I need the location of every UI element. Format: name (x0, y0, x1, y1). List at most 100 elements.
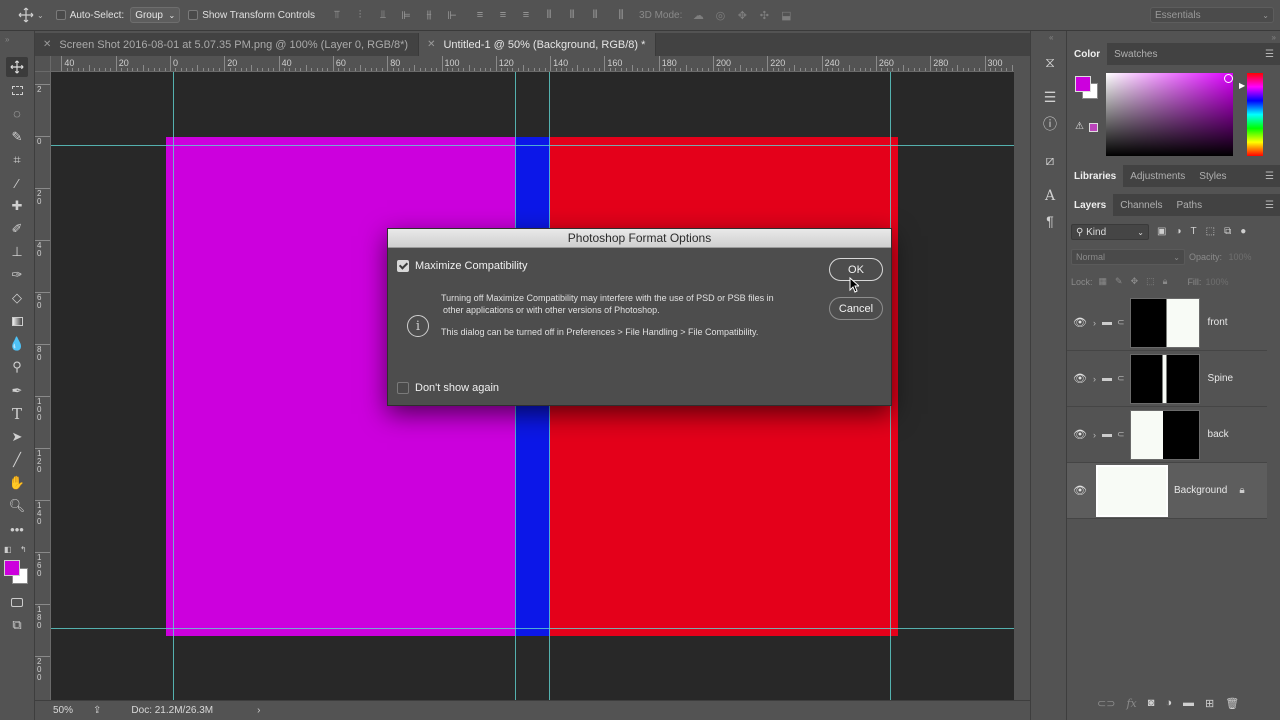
filter-type-icon[interactable]: T (1191, 226, 1197, 237)
document-tab-active[interactable]: ✕ Untitled-1 @ 50% (Background, RGB/8) * (419, 33, 657, 56)
tab-layers[interactable]: Layers (1067, 194, 1114, 216)
eye-icon[interactable]: 👁︎ (1073, 484, 1087, 497)
lock-position-icon[interactable]: ✥ (1131, 276, 1139, 287)
tab-channels[interactable]: Channels (1113, 194, 1169, 216)
lock-all-icon[interactable]: 🔒︎ (1163, 276, 1168, 287)
layer-mask-thumbnail[interactable] (1129, 409, 1200, 460)
default-colors-icon[interactable]: ◧ (4, 545, 12, 554)
hand-tool-icon[interactable]: ✋ (6, 473, 28, 493)
zoom-tool-icon[interactable]: 🔍︎ (6, 496, 28, 516)
eye-icon[interactable]: 👁︎ (1073, 316, 1087, 329)
layer-name[interactable]: Background (1174, 485, 1227, 496)
type-tool-icon[interactable]: T (6, 404, 28, 424)
roll-3d-icon[interactable]: ◎ (712, 8, 728, 22)
align-bottom-icon[interactable]: ⫫ (375, 8, 391, 22)
hue-slider-handle[interactable]: ▶ (1239, 81, 1245, 90)
zoom-level[interactable]: 50% (53, 705, 73, 716)
maximize-compatibility-checkbox[interactable]: Maximize Compatibility (397, 260, 527, 272)
filter-pixel-icon[interactable]: ▣ (1157, 226, 1166, 237)
layer-mask-thumbnail[interactable] (1129, 353, 1200, 404)
lock-pixels-icon[interactable]: ✎ (1115, 276, 1123, 287)
guide-vertical[interactable] (173, 72, 174, 700)
layer-name[interactable]: back (1208, 429, 1229, 440)
guide-horizontal[interactable] (51, 628, 1014, 629)
path-selection-tool-icon[interactable]: ➤ (6, 427, 28, 447)
dont-show-again-checkbox[interactable]: Don't show again (397, 382, 499, 394)
link-layers-icon[interactable]: ⊂⊃ (1097, 697, 1115, 710)
guide-horizontal[interactable] (51, 145, 1014, 146)
color-field[interactable] (1106, 73, 1233, 156)
align-hcenter-icon[interactable]: ⫵ (421, 8, 437, 22)
filter-toggle-icon[interactable]: ● (1240, 226, 1246, 237)
panel-menu-icon[interactable]: ☰ (1265, 200, 1274, 211)
quick-mask-icon[interactable] (6, 592, 28, 612)
history-icon[interactable]: ⧖ (1040, 52, 1060, 72)
tab-paths[interactable]: Paths (1170, 194, 1210, 216)
auto-align-button[interactable]: ⫼ (613, 8, 629, 22)
properties-icon[interactable]: ☰ (1040, 87, 1060, 107)
layer-row[interactable]: 👁︎ › ▬ ⊂ front (1067, 295, 1267, 351)
distribute-top-icon[interactable]: ≡ (472, 8, 488, 22)
ruler-top[interactable]: 40 20 0 20 40 60 80 100 120 140 160 180 200 220 240 260… (51, 56, 1014, 72)
dodge-tool-icon[interactable]: ⚲ (6, 357, 28, 377)
layer-name[interactable]: front (1208, 317, 1228, 328)
eraser-tool-icon[interactable]: ◇ (6, 288, 28, 308)
panel-menu-icon[interactable]: ☰ (1265, 49, 1274, 60)
slide-3d-icon[interactable]: ✣ (756, 8, 772, 22)
move-tool-icon[interactable] (6, 57, 28, 77)
align-left-icon[interactable]: ⊫ (398, 8, 414, 22)
layer-filter-dropdown[interactable]: ⚲ Kind ⌄ (1071, 224, 1149, 240)
layer-row-selected[interactable]: 👁︎ Background 🔒︎ (1067, 463, 1267, 519)
distribute-right-icon[interactable]: ⦀ (587, 8, 603, 22)
export-icon[interactable]: ⇪ (93, 705, 101, 716)
info-icon[interactable]: ⓘ (1040, 114, 1060, 134)
distribute-bottom-icon[interactable]: ≡ (518, 8, 534, 22)
workspace-switcher[interactable]: Essentials ⌄ (1150, 7, 1274, 23)
quick-selection-tool-icon[interactable]: ✎ (6, 127, 28, 147)
trash-icon[interactable]: 🗑︎ (1225, 697, 1239, 710)
align-top-icon[interactable]: ⫪ (329, 8, 345, 22)
pen-tool-icon[interactable]: ✒ (6, 381, 28, 401)
layer-thumbnail[interactable] (1096, 464, 1168, 517)
panel-menu-icon[interactable]: ☰ (1265, 171, 1274, 182)
ruler-left[interactable]: 2 0 20 40 60 80 100 120 140 160 180 200 (35, 72, 51, 700)
blend-mode-dropdown[interactable]: Normal ⌄ (1071, 249, 1185, 265)
collapse-icon[interactable]: « (1049, 33, 1053, 42)
auto-select-dropdown[interactable]: Group ⌄ (130, 7, 181, 23)
line-tool-icon[interactable]: ╱ (6, 450, 28, 470)
chevron-right-icon[interactable]: › (1093, 374, 1096, 384)
screen-mode-icon[interactable]: ⧉ (6, 615, 28, 635)
close-icon[interactable]: ✕ (43, 39, 51, 50)
filter-shape-icon[interactable]: ⬚ (1206, 226, 1215, 237)
align-right-icon[interactable]: ⊩ (444, 8, 460, 22)
tab-color[interactable]: Color (1067, 43, 1108, 65)
healing-brush-tool-icon[interactable]: ✚ (6, 196, 28, 216)
link-icon[interactable]: ⊂ (1117, 317, 1125, 328)
layer-row[interactable]: 👁︎ › ▬ ⊂ back (1067, 407, 1267, 463)
clone-stamp-tool-icon[interactable]: ⊥ (6, 242, 28, 262)
lock-transparent-icon[interactable]: ▦ (1099, 276, 1108, 287)
opacity-control[interactable]: Opacity: 100% (1189, 252, 1252, 262)
ruler-origin[interactable] (35, 56, 51, 72)
chevron-right-icon[interactable]: › (1093, 430, 1096, 440)
brush-tool-icon[interactable]: ✐ (6, 219, 28, 239)
collapse-icon[interactable]: » (1272, 33, 1276, 42)
hue-slider[interactable] (1247, 73, 1263, 156)
gradient-tool-icon[interactable] (6, 311, 28, 331)
add-mask-icon[interactable]: ◙ (1148, 697, 1155, 710)
pan-3d-icon[interactable]: ✥ (734, 8, 750, 22)
tab-adjustments[interactable]: Adjustments (1123, 165, 1192, 187)
paragraph-icon[interactable]: ¶ (1040, 211, 1060, 231)
color-panel-foreground[interactable] (1075, 76, 1091, 92)
eye-icon[interactable]: 👁︎ (1073, 372, 1087, 385)
chevron-right-icon[interactable]: › (1093, 318, 1096, 328)
layer-mask-thumbnail[interactable] (1129, 297, 1200, 348)
distribute-left-icon[interactable]: ⦀ (541, 8, 557, 22)
tab-swatches[interactable]: Swatches (1107, 43, 1164, 65)
filter-adjustment-icon[interactable]: ◑ (1175, 226, 1181, 237)
cancel-button[interactable]: Cancel (829, 297, 883, 320)
layer-row[interactable]: 👁︎ › ▬ ⊂ Spine (1067, 351, 1267, 407)
blur-tool-icon[interactable]: 💧 (6, 334, 28, 354)
collapse-toolbox-icon[interactable]: » (5, 35, 9, 44)
distribute-vcenter-icon[interactable]: ≡ (495, 8, 511, 22)
